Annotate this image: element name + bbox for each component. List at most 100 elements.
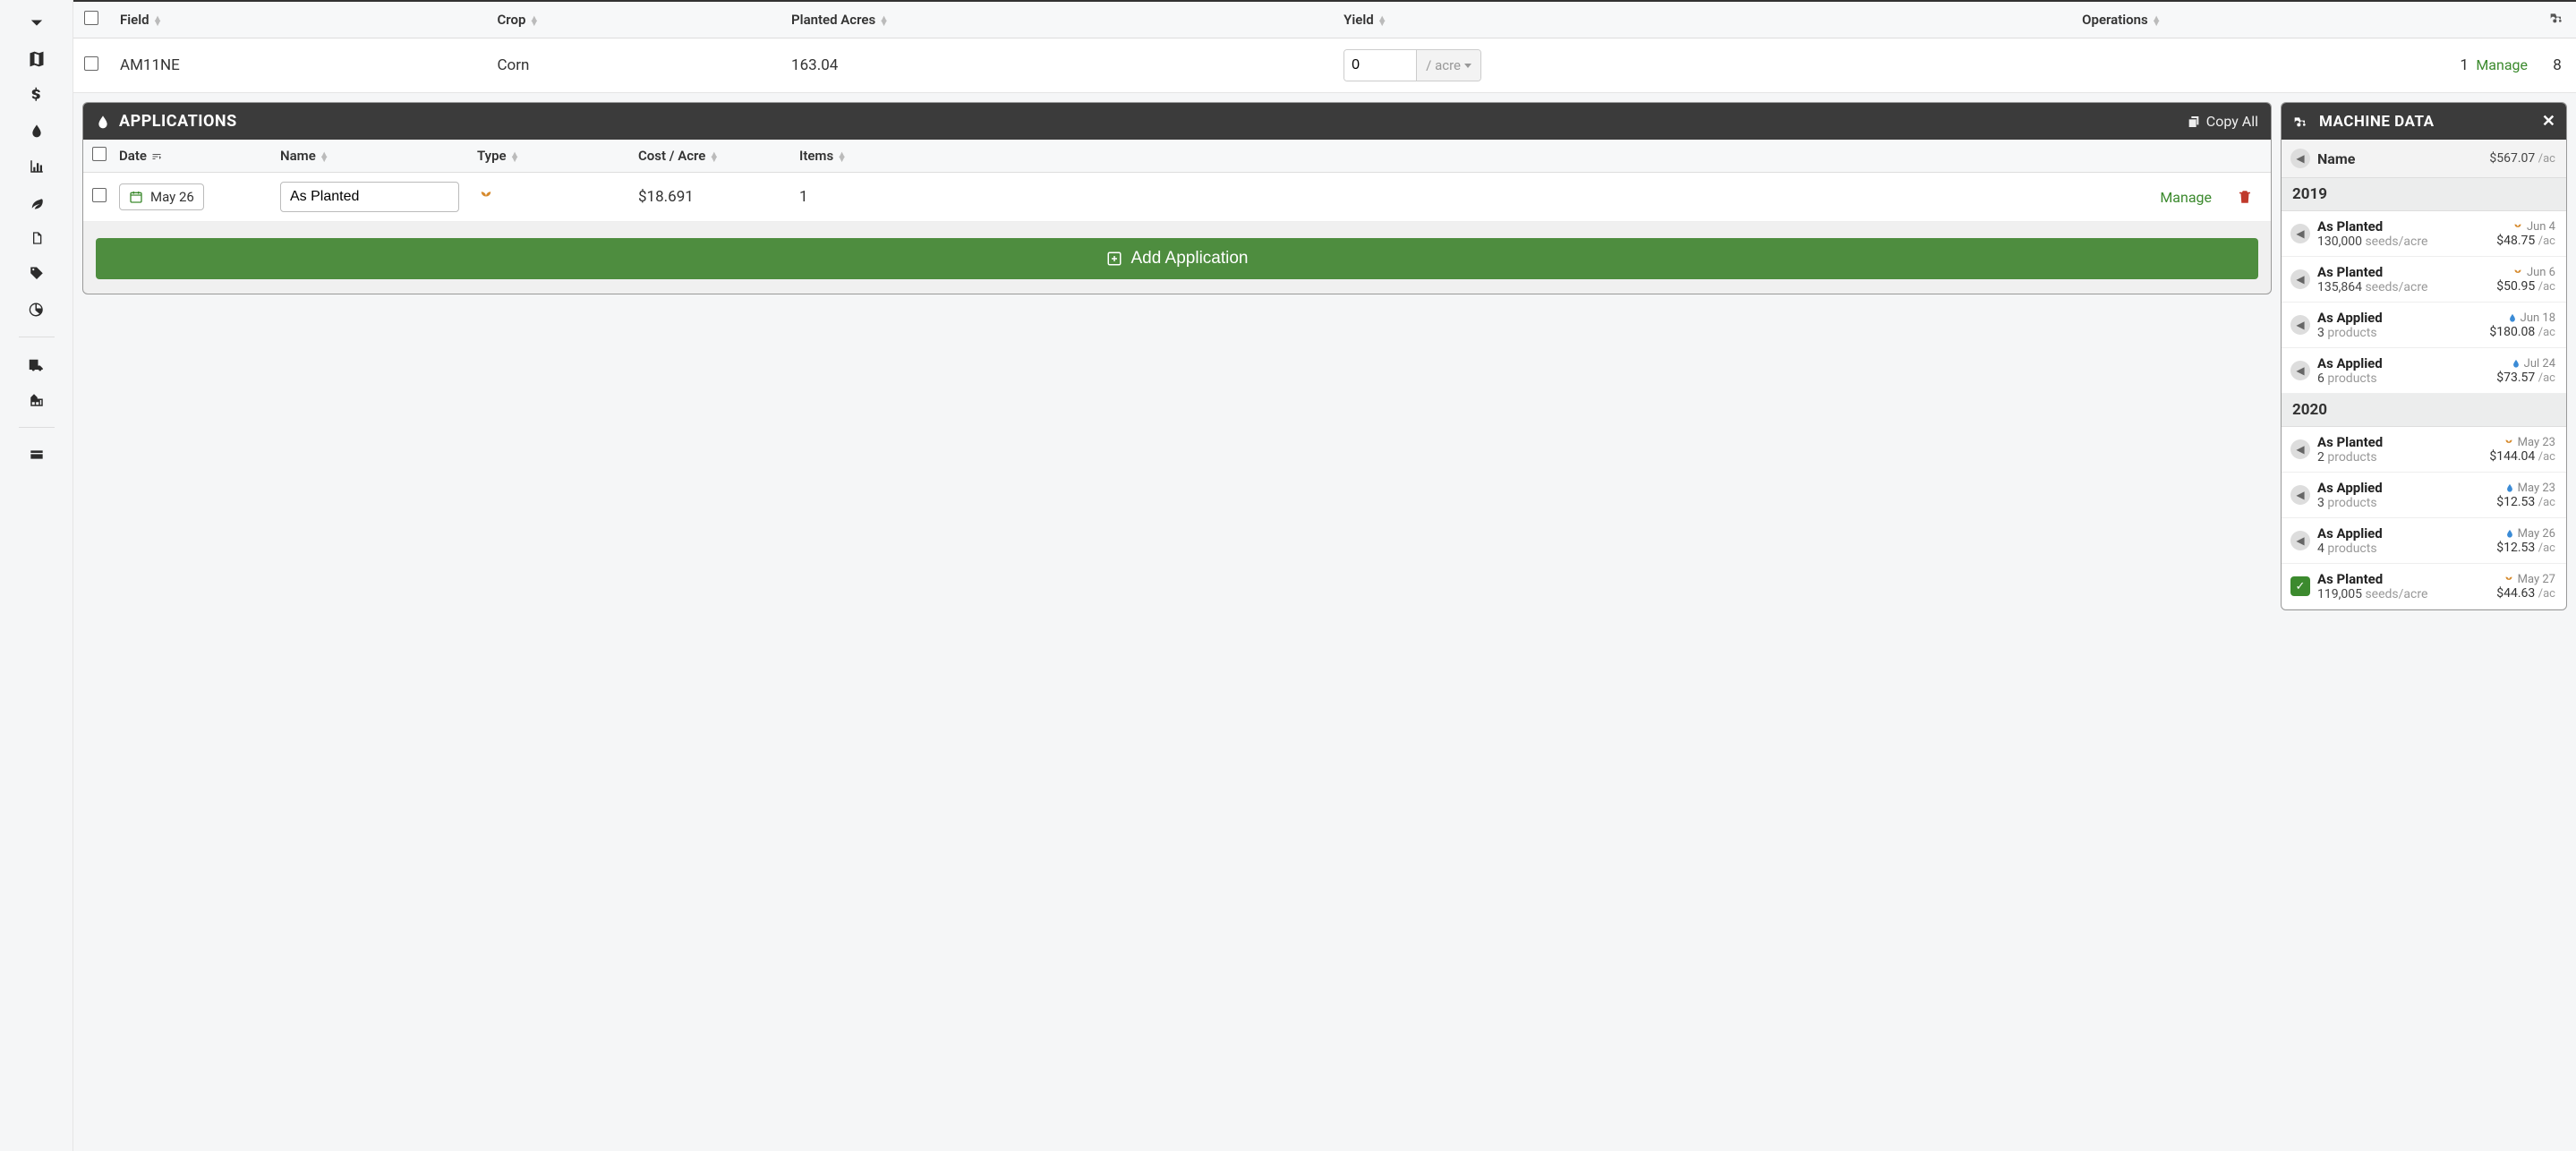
applications-panel: APPLICATIONS Copy All Date Name▲▼ Type▲▼… [82, 102, 2272, 294]
machine-data-item[interactable]: ◀As Applied3 products Jun 18$180.08 /ac [2282, 303, 2566, 348]
machine-data-item[interactable]: ◀As Applied3 products May 23$12.53 /ac [2282, 473, 2566, 518]
app-row-checkbox[interactable] [92, 188, 107, 202]
arrow-left-icon: ◀ [2290, 224, 2310, 243]
sort-desc-icon [150, 151, 163, 162]
sort-icon: ▲▼ [529, 16, 539, 25]
md-item-cost: $50.95 /ac [2496, 279, 2555, 294]
operations-manage-link[interactable]: Manage [2476, 56, 2528, 73]
credit-card-icon[interactable] [0, 437, 73, 473]
arrow-left-icon: ◀ [2290, 269, 2310, 289]
machine-data-item[interactable]: ◀ As Planted135,864 seeds/acre Jun 6$50.9… [2282, 257, 2566, 303]
md-item-date: Jul 24 [2496, 357, 2555, 371]
arrow-left-icon: ◀ [2290, 531, 2310, 550]
md-item-sub: 6 products [2317, 371, 2489, 386]
main-content: Field▲▼ Crop▲▼ Planted Acres▲▼ Yield▲▼ O… [73, 0, 2576, 1151]
bar-chart-icon[interactable] [0, 149, 73, 184]
yield-unit-dropdown[interactable]: / acre [1416, 50, 1480, 81]
tag-icon[interactable] [0, 256, 73, 292]
md-item-sub: 135,864 seeds/acre [2317, 280, 2489, 294]
md-item-cost: $180.08 /ac [2489, 325, 2555, 339]
date-picker[interactable]: May 26 [119, 183, 204, 210]
md-item-title: As Applied [2317, 525, 2489, 541]
md-item-cost: $144.04 /ac [2489, 449, 2555, 464]
seedling-icon [477, 187, 495, 203]
chevron-down-icon[interactable] [0, 5, 73, 41]
back-icon[interactable]: ◀ [2290, 149, 2310, 168]
machine-data-title: MACHINE DATA [2319, 113, 2435, 131]
row-checkbox[interactable] [84, 56, 98, 71]
md-item-date: Jun 4 [2496, 220, 2555, 234]
md-item-cost: $12.53 /ac [2496, 541, 2555, 555]
map-icon[interactable] [0, 41, 73, 77]
md-item-cost: $73.57 /ac [2496, 371, 2555, 385]
year-header: 2020 [2282, 394, 2566, 427]
md-item-date: Jun 6 [2496, 266, 2555, 279]
dollar-icon[interactable] [0, 77, 73, 113]
app-manage-link[interactable]: Manage [2160, 189, 2212, 206]
md-item-sub: 130,000 seeds/acre [2317, 234, 2489, 249]
truck-icon[interactable] [0, 346, 73, 382]
drop-icon[interactable] [0, 113, 73, 149]
machine-data-header: MACHINE DATA ✕ [2282, 103, 2566, 140]
col-planted-acres[interactable]: Planted Acres▲▼ [780, 2, 1333, 38]
application-row: May 26 $18.691 1 Manage [83, 173, 2271, 222]
copy-all-button[interactable]: Copy All [2187, 113, 2258, 130]
md-item-title: As Applied [2317, 310, 2482, 326]
machine-data-summary: ◀ Name $567.07 /ac [2282, 140, 2566, 178]
sort-icon: ▲▼ [153, 16, 163, 25]
sort-icon: ▲▼ [1378, 16, 1387, 25]
col-operations[interactable]: Operations▲▼ [2071, 2, 2538, 38]
md-item-title: As Planted [2317, 218, 2489, 234]
md-item-cost: $48.75 /ac [2496, 234, 2555, 248]
document-icon[interactable] [0, 220, 73, 256]
applications-columns: Date Name▲▼ Type▲▼ Cost / Acre▲▼ Items▲▼ [83, 140, 2271, 173]
machine-data-item[interactable]: ◀As Applied6 products Jul 24$73.57 /ac [2282, 348, 2566, 394]
application-name-input[interactable] [280, 182, 459, 212]
md-item-title: As Planted [2317, 264, 2489, 280]
apps-col-type[interactable]: Type [477, 148, 507, 164]
tractor-icon [2549, 11, 2565, 25]
md-item-sub: 3 products [2317, 496, 2489, 510]
select-all-checkbox[interactable] [84, 11, 98, 25]
building-icon[interactable] [0, 382, 73, 418]
panels-row: APPLICATIONS Copy All Date Name▲▼ Type▲▼… [73, 93, 2576, 619]
delete-icon[interactable] [2237, 189, 2253, 205]
md-item-cost: $44.63 /ac [2496, 586, 2555, 601]
app-items: 1 [799, 188, 907, 206]
col-yield[interactable]: Yield▲▼ [1333, 2, 2071, 38]
operations-count: 1 [2460, 56, 2469, 74]
calendar-icon [129, 190, 143, 204]
apps-select-all[interactable] [92, 147, 107, 161]
md-item-title: As Applied [2317, 480, 2489, 496]
pie-chart-icon[interactable] [0, 292, 73, 328]
apps-col-cost[interactable]: Cost / Acre [638, 148, 705, 164]
sort-icon: ▲▼ [837, 152, 847, 161]
col-tractor [2538, 2, 2576, 38]
machine-data-item[interactable]: ◀As Planted2 products May 23$144.04 /ac [2282, 427, 2566, 473]
apps-col-name[interactable]: Name [280, 148, 316, 164]
apps-col-date[interactable]: Date [119, 148, 147, 164]
machine-data-item[interactable]: ✓As Planted119,005 seeds/acre May 27$44.… [2282, 564, 2566, 610]
machine-data-name-label: Name [2317, 150, 2489, 167]
copy-icon [2187, 115, 2201, 129]
leaf-icon[interactable] [0, 184, 73, 220]
plus-square-icon [1106, 251, 1122, 267]
field-value: AM11NE [109, 38, 486, 93]
machine-data-item[interactable]: ◀ As Planted130,000 seeds/acre Jun 4$48.7… [2282, 211, 2566, 257]
sort-icon: ▲▼ [510, 152, 520, 161]
add-application-button[interactable]: Add Application [96, 238, 2258, 279]
caret-down-icon [1464, 64, 1471, 68]
close-icon[interactable]: ✕ [2542, 112, 2555, 131]
divider [19, 427, 55, 428]
sort-icon: ▲▼ [2152, 16, 2162, 25]
machine-data-item[interactable]: ◀As Applied4 products May 26$12.53 /ac [2282, 518, 2566, 564]
tractor-count: 8 [2538, 38, 2576, 93]
col-crop[interactable]: Crop▲▼ [486, 2, 780, 38]
yield-input[interactable] [1344, 50, 1416, 81]
year-header: 2019 [2282, 178, 2566, 211]
md-item-title: As Planted [2317, 571, 2489, 587]
sidebar [0, 0, 73, 1151]
apps-col-items[interactable]: Items [799, 148, 833, 164]
col-field[interactable]: Field▲▼ [109, 2, 486, 38]
sort-icon: ▲▼ [709, 152, 719, 161]
